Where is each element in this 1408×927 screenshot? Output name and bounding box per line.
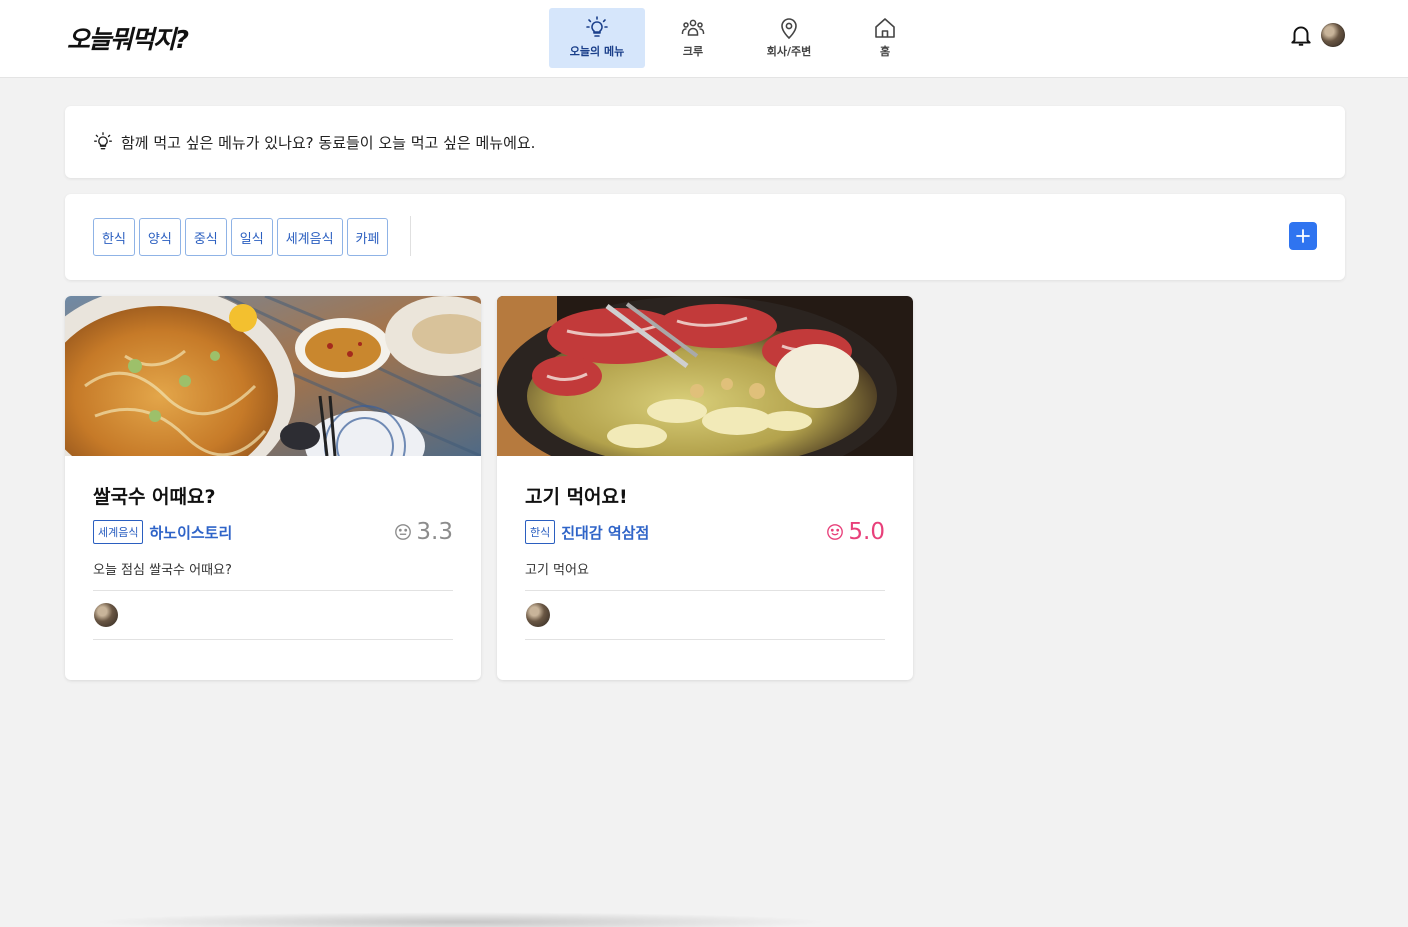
nav-item-crew[interactable]: 크루 — [645, 8, 741, 68]
nav-label: 크루 — [682, 45, 704, 58]
category-chips: 한식 양식 중식 일식 세계음식 카페 — [93, 218, 389, 256]
map-pin-icon — [781, 18, 797, 40]
card-description: 고기 먹어요 — [525, 563, 589, 578]
pho-noodle-soup-photo — [65, 296, 481, 456]
menu-card[interactable]: 고기 먹어요! 한식 진대감 역삼점 5.0 고기 먹어요 — [497, 296, 913, 680]
category-tag: 세계음식 — [93, 520, 144, 544]
divider — [410, 216, 411, 256]
rating-value: 5.0 — [848, 519, 885, 545]
bell-icon[interactable] — [1288, 22, 1314, 48]
nav-item-home[interactable]: 홈 — [837, 8, 933, 68]
korean-bbq-photo — [497, 296, 913, 456]
restaurant-link[interactable]: 하노이스토리 — [149, 522, 232, 543]
card-meta: 세계음식 하노이스토리 3.3 — [93, 519, 453, 545]
bottom-shadow — [90, 912, 830, 927]
member-avatar[interactable] — [526, 603, 550, 627]
category-filter-bar: 한식 양식 중식 일식 세계음식 카페 — [65, 194, 1345, 280]
category-chip-western[interactable]: 양식 — [138, 218, 181, 256]
main-nav: 오늘의 메뉴 크루 회사/주변 홈 — [549, 8, 933, 68]
category-chip-chinese[interactable]: 중식 — [184, 218, 227, 256]
divider — [93, 590, 453, 591]
divider — [93, 639, 453, 640]
menu-card[interactable]: 쌀국수 어때요? 세계음식 하노이스토리 3.3 오늘 점심 쌀국수 어때요? — [65, 296, 481, 680]
nav-label: 회사/주변 — [766, 45, 812, 58]
nav-label: 오늘의 메뉴 — [569, 45, 625, 58]
app-logo[interactable]: 오늘뭐먹지? — [67, 20, 189, 56]
nav-label: 홈 — [879, 45, 891, 58]
category-chip-japanese[interactable]: 일식 — [230, 218, 273, 256]
user-avatar[interactable] — [1321, 23, 1345, 47]
card-title: 쌀국수 어때요? — [93, 486, 216, 508]
category-chip-cafe[interactable]: 카페 — [346, 218, 389, 256]
rating-value: 3.3 — [416, 519, 453, 545]
category-chip-world[interactable]: 세계음식 — [276, 218, 343, 256]
rating: 3.3 — [394, 519, 453, 545]
people-icon — [681, 19, 705, 36]
face-icon — [395, 524, 412, 540]
home-icon — [875, 18, 895, 38]
divider — [525, 590, 885, 591]
add-menu-button[interactable] — [1289, 222, 1317, 250]
member-avatar[interactable] — [94, 603, 118, 627]
card-body: 쌀국수 어때요? 세계음식 하노이스토리 3.3 오늘 점심 쌀국수 어때요? — [93, 482, 453, 578]
notice-text: 함께 먹고 싶은 메뉴가 있나요? 동료들이 오늘 먹고 싶은 메뉴에요. — [121, 133, 536, 152]
restaurant-link[interactable]: 진대감 역삼점 — [561, 522, 649, 543]
card-title: 고기 먹어요! — [525, 486, 628, 508]
lightbulb-icon — [586, 16, 608, 37]
top-header: 오늘뭐먹지? 오늘의 메뉴 크루 회사/주변 홈 — [0, 0, 1408, 78]
nav-item-today-menu[interactable]: 오늘의 메뉴 — [549, 8, 645, 68]
notice-banner: 함께 먹고 싶은 메뉴가 있나요? 동료들이 오늘 먹고 싶은 메뉴에요. — [65, 106, 1345, 178]
lightbulb-icon — [94, 132, 113, 150]
divider — [525, 639, 885, 640]
category-chip-korean[interactable]: 한식 — [93, 218, 135, 256]
card-meta: 한식 진대감 역삼점 5.0 — [525, 519, 885, 545]
rating: 5.0 — [826, 519, 885, 545]
card-body: 고기 먹어요! 한식 진대감 역삼점 5.0 고기 먹어요 — [525, 482, 885, 578]
category-tag: 한식 — [525, 520, 556, 544]
card-description: 오늘 점심 쌀국수 어때요? — [93, 563, 232, 578]
plus-icon — [1296, 229, 1310, 243]
nav-item-company[interactable]: 회사/주변 — [741, 8, 837, 68]
smile-icon — [827, 524, 844, 540]
